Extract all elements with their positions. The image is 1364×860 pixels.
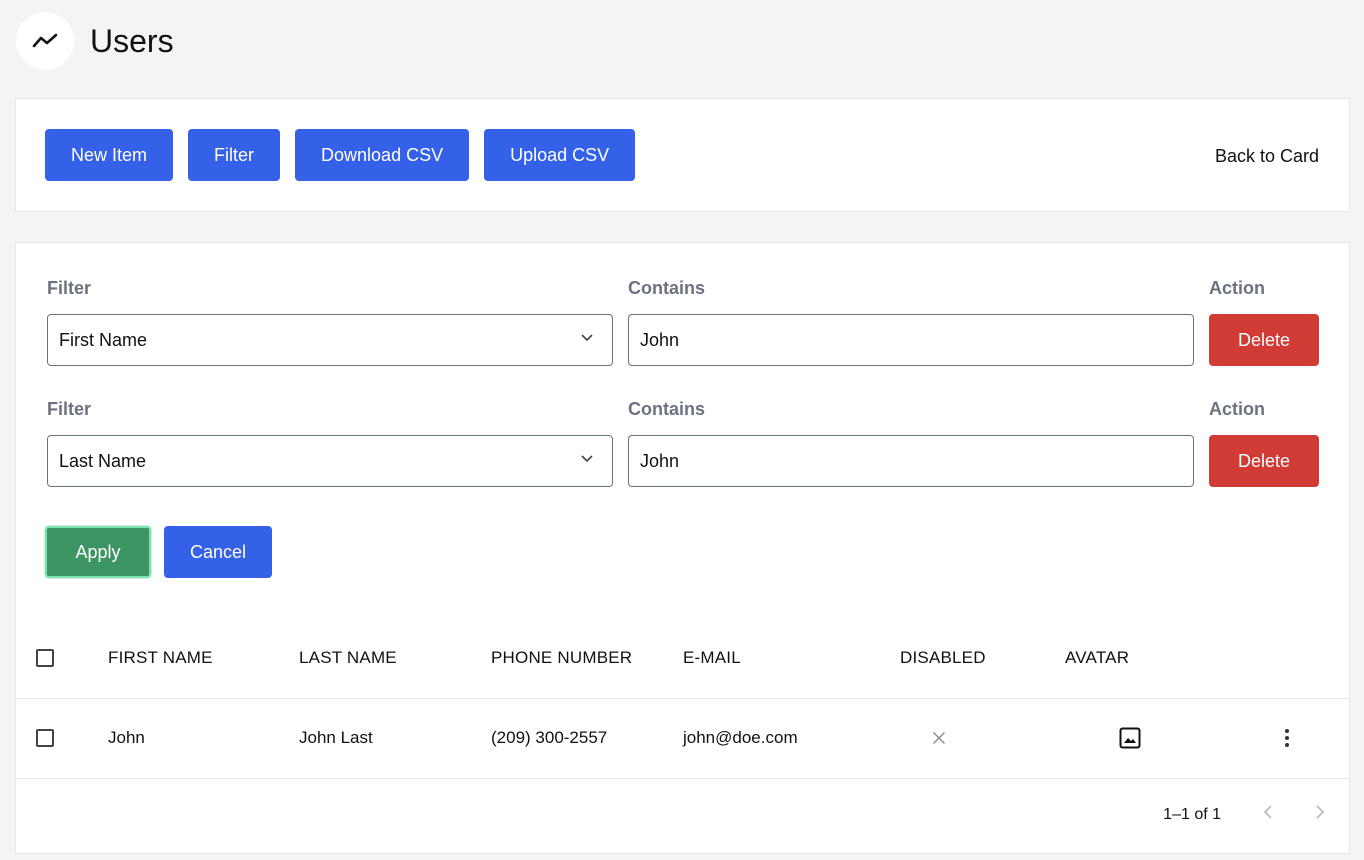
new-item-button[interactable]: New Item xyxy=(45,129,174,181)
contains-input-value: John xyxy=(640,329,680,350)
contains-label: Contains xyxy=(628,278,706,298)
column-header-avatar[interactable]: AVATAR xyxy=(1065,618,1129,698)
filter-panel: Filter Contains Action First Name John D… xyxy=(15,242,1350,620)
trend-line-icon xyxy=(32,33,58,48)
pagination-range: 1–1 of 1 xyxy=(1163,806,1221,823)
filter-button[interactable]: Filter xyxy=(188,129,281,181)
row-select-cell xyxy=(36,698,54,778)
chevron-left-icon[interactable] xyxy=(1263,804,1273,820)
filter-field-select[interactable]: First Name xyxy=(47,314,613,366)
back-to-card-link[interactable]: Back to Card xyxy=(1215,146,1319,167)
pagination: 1–1 of 1 xyxy=(16,778,1349,854)
filter-label: Filter xyxy=(47,399,92,419)
contains-input-value: John xyxy=(640,450,680,471)
cell-phone: (209) 300-2557 xyxy=(491,728,608,747)
page-title: Users xyxy=(90,22,174,59)
image-icon[interactable] xyxy=(1119,727,1141,749)
chevron-down-icon xyxy=(581,455,593,463)
cancel-button[interactable]: Cancel xyxy=(164,526,273,578)
column-header-disabled[interactable]: DISABLED xyxy=(900,618,986,698)
filter-field-value: Last Name xyxy=(59,450,147,471)
table-header-row: FIRST NAME LAST NAME PHONE NUMBER E-MAIL… xyxy=(16,618,1349,699)
action-label: Action xyxy=(1209,399,1265,419)
filter-label: Filter xyxy=(47,278,92,298)
cell-first-name: John xyxy=(108,728,145,747)
filter-row: Filter Contains Action First Name John D… xyxy=(47,278,1320,368)
chevron-down-icon xyxy=(581,334,593,342)
filter-field-value: First Name xyxy=(59,329,148,350)
action-label: Action xyxy=(1209,278,1265,298)
logo-badge xyxy=(16,12,74,70)
filter-field-select[interactable]: Last Name xyxy=(47,435,613,487)
filter-actions: Apply Cancel xyxy=(45,526,273,578)
select-all-cell xyxy=(36,618,54,698)
contains-input[interactable]: John xyxy=(628,314,1194,366)
toolbar-buttons: New Item Filter Download CSV Upload CSV xyxy=(45,129,636,181)
column-header-last-name[interactable]: LAST NAME xyxy=(299,618,397,698)
column-header-email[interactable]: E-MAIL xyxy=(683,618,741,698)
delete-filter-button[interactable]: Delete xyxy=(1209,314,1319,366)
row-actions-cell xyxy=(1284,698,1290,778)
users-table: FIRST NAME LAST NAME PHONE NUMBER E-MAIL… xyxy=(15,618,1350,854)
chevron-right-icon[interactable] xyxy=(1315,804,1325,820)
cell-disabled xyxy=(932,698,946,778)
filter-row: Filter Contains Action Last Name John De… xyxy=(47,399,1320,489)
cell-last-name: John Last xyxy=(299,728,373,747)
download-csv-button[interactable]: Download CSV xyxy=(295,129,470,181)
upload-csv-button[interactable]: Upload CSV xyxy=(484,129,636,181)
cell-email: john@doe.com xyxy=(683,728,798,747)
cell-avatar xyxy=(1119,698,1141,778)
toolbar-card: New Item Filter Download CSV Upload CSV … xyxy=(15,98,1350,212)
close-x-icon xyxy=(933,732,945,744)
row-checkbox[interactable] xyxy=(36,729,54,747)
table-row[interactable]: John John Last (209) 300-2557 john@doe.c… xyxy=(16,698,1349,779)
more-vertical-icon[interactable] xyxy=(1284,728,1290,748)
column-header-first-name[interactable]: FIRST NAME xyxy=(108,618,213,698)
column-header-phone[interactable]: PHONE NUMBER xyxy=(491,618,632,698)
page-header: Users xyxy=(16,12,174,70)
contains-label: Contains xyxy=(628,399,706,419)
apply-button[interactable]: Apply xyxy=(45,526,151,578)
contains-input[interactable]: John xyxy=(628,435,1194,487)
select-all-checkbox[interactable] xyxy=(36,649,54,667)
delete-filter-button[interactable]: Delete xyxy=(1209,435,1319,487)
